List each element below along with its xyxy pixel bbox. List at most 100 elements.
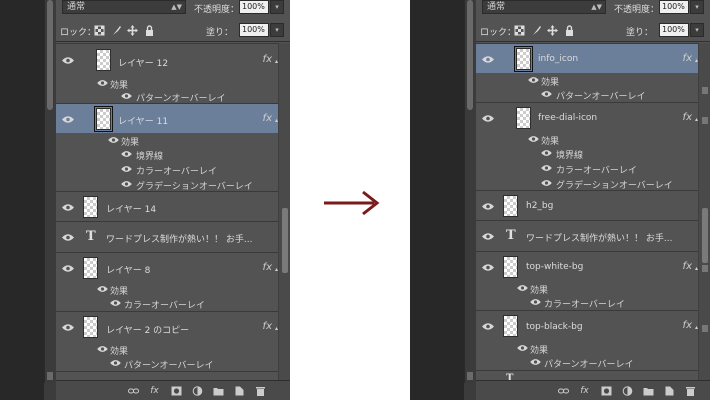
fx-icon[interactable]: fx bbox=[683, 261, 692, 272]
layer-name[interactable]: h2_bg bbox=[526, 201, 553, 211]
effect-label[interactable]: 境界線 bbox=[136, 149, 163, 162]
layer-name[interactable]: レイヤー 14 bbox=[106, 202, 156, 215]
eye-icon[interactable] bbox=[517, 344, 528, 352]
eye-icon[interactable] bbox=[62, 264, 74, 273]
effect-label[interactable]: 境界線 bbox=[556, 148, 583, 161]
fx-icon[interactable]: fx bbox=[263, 262, 272, 273]
eye-icon[interactable] bbox=[528, 135, 539, 143]
eye-icon[interactable] bbox=[482, 263, 494, 272]
layer-row[interactable]: top-white-bg fx ▴ bbox=[476, 251, 698, 281]
lock-all-icon[interactable] bbox=[564, 25, 575, 36]
opacity-input[interactable]: 100% bbox=[659, 0, 689, 14]
layer-name[interactable]: レイヤー 12 bbox=[118, 56, 168, 69]
layer-row[interactable]: レイヤー 8 fx ▴ bbox=[56, 252, 278, 282]
eye-icon[interactable] bbox=[530, 298, 541, 306]
new-group-icon[interactable] bbox=[643, 386, 654, 396]
add-mask-icon[interactable] bbox=[601, 386, 612, 396]
eye-icon[interactable] bbox=[482, 55, 494, 64]
eye-icon[interactable] bbox=[121, 92, 132, 100]
eye-icon[interactable] bbox=[97, 345, 108, 353]
lock-position-icon[interactable] bbox=[127, 25, 138, 36]
layer-row-text[interactable]: T ワードプレス制作が熱い！！ お手... bbox=[56, 221, 278, 252]
eye-icon[interactable] bbox=[62, 56, 74, 65]
layer-row[interactable]: レイヤー 12 fx ▴ bbox=[56, 43, 278, 76]
scroll-arrow-icon[interactable] bbox=[702, 265, 708, 272]
adjustment-layer-icon[interactable] bbox=[192, 386, 203, 396]
fx-icon[interactable]: fx bbox=[683, 320, 692, 331]
lock-image-pixels-icon[interactable] bbox=[531, 25, 542, 36]
lock-all-icon[interactable] bbox=[144, 25, 155, 36]
trash-icon[interactable] bbox=[685, 386, 696, 396]
layer-name[interactable]: info_icon bbox=[538, 54, 578, 64]
canvas-scrollbar[interactable] bbox=[44, 0, 55, 383]
eye-icon[interactable] bbox=[541, 164, 552, 172]
scroll-arrow-icon[interactable] bbox=[702, 117, 708, 124]
effect-label[interactable]: カラーオーバーレイ bbox=[556, 163, 637, 176]
layer-row[interactable]: レイヤー 14 bbox=[56, 191, 278, 221]
trash-icon[interactable] bbox=[255, 386, 266, 396]
eye-icon[interactable] bbox=[541, 179, 552, 187]
layers-scrollbar[interactable] bbox=[698, 43, 710, 380]
scroll-arrow-icon[interactable] bbox=[702, 325, 708, 332]
link-layers-icon[interactable] bbox=[128, 386, 139, 396]
eye-icon[interactable] bbox=[482, 202, 494, 211]
layer-name[interactable]: top-black-bg bbox=[526, 322, 583, 332]
add-mask-icon[interactable] bbox=[171, 386, 182, 396]
add-layer-style-icon[interactable]: fx bbox=[579, 386, 590, 396]
effect-label[interactable]: カラーオーバーレイ bbox=[124, 298, 205, 311]
canvas-scrollbar[interactable] bbox=[464, 0, 475, 383]
fill-dropdown-button[interactable]: ▾ bbox=[270, 23, 284, 37]
layer-row-selected[interactable]: info_icon fx ▴ bbox=[476, 43, 698, 73]
layer-name[interactable]: top-white-bg bbox=[526, 262, 583, 272]
opacity-input[interactable]: 100% bbox=[239, 0, 269, 14]
eye-icon[interactable] bbox=[517, 284, 528, 292]
eye-icon[interactable] bbox=[530, 358, 541, 366]
lock-image-pixels-icon[interactable] bbox=[111, 25, 122, 36]
fx-icon[interactable]: fx bbox=[683, 112, 692, 123]
layer-name[interactable]: ワードプレス制作が熱い！！ お手... bbox=[106, 232, 252, 245]
effect-label[interactable]: パターンオーバーレイ bbox=[544, 357, 633, 370]
eye-icon[interactable] bbox=[528, 76, 539, 84]
layer-row-selected[interactable]: レイヤー 11 fx ▴ bbox=[56, 103, 278, 133]
eye-icon[interactable] bbox=[541, 90, 552, 98]
layer-row[interactable]: top-black-bg fx ▴ bbox=[476, 310, 698, 341]
eye-icon[interactable] bbox=[482, 114, 494, 123]
lock-position-icon[interactable] bbox=[547, 25, 558, 36]
lock-transparent-pixels-icon[interactable] bbox=[94, 25, 105, 36]
layer-name[interactable]: レイヤー 2 のコピー bbox=[106, 323, 189, 336]
eye-icon[interactable] bbox=[62, 203, 74, 212]
eye-icon[interactable] bbox=[110, 359, 121, 367]
eye-icon[interactable] bbox=[482, 322, 494, 331]
fx-icon[interactable]: fx bbox=[683, 53, 692, 64]
eye-icon[interactable] bbox=[121, 150, 132, 158]
fill-dropdown-button[interactable]: ▾ bbox=[690, 23, 704, 37]
new-layer-icon[interactable] bbox=[664, 386, 675, 396]
fx-icon[interactable]: fx bbox=[263, 113, 272, 124]
new-layer-icon[interactable] bbox=[234, 386, 245, 396]
eye-icon[interactable] bbox=[62, 233, 74, 242]
layer-row[interactable]: h2_bg bbox=[476, 190, 698, 220]
eye-icon[interactable] bbox=[97, 79, 108, 87]
eye-icon[interactable] bbox=[541, 149, 552, 157]
fill-input[interactable]: 100% bbox=[659, 23, 689, 37]
fx-icon[interactable]: fx bbox=[263, 54, 272, 65]
eye-icon[interactable] bbox=[110, 299, 121, 307]
eye-icon[interactable] bbox=[97, 285, 108, 293]
layer-row[interactable]: free-dial-icon fx ▴ bbox=[476, 102, 698, 132]
layers-scrollbar[interactable] bbox=[278, 43, 290, 380]
effect-label[interactable]: カラーオーバーレイ bbox=[544, 297, 625, 310]
blend-mode-select[interactable]: 通常 ▲▼ bbox=[62, 0, 186, 14]
eye-icon[interactable] bbox=[108, 136, 119, 144]
effect-label[interactable]: パターンオーバーレイ bbox=[124, 358, 213, 371]
opacity-dropdown-button[interactable]: ▾ bbox=[270, 0, 284, 14]
new-group-icon[interactable] bbox=[213, 386, 224, 396]
eye-icon[interactable] bbox=[62, 115, 74, 124]
fx-icon[interactable]: fx bbox=[263, 321, 272, 332]
scroll-up-arrow-icon[interactable] bbox=[702, 87, 708, 94]
eye-icon[interactable] bbox=[62, 323, 74, 332]
fill-input[interactable]: 100% bbox=[239, 23, 269, 37]
layer-name[interactable]: レイヤー 11 bbox=[118, 114, 168, 127]
eye-icon[interactable] bbox=[121, 165, 132, 173]
link-layers-icon[interactable] bbox=[558, 386, 569, 396]
scrollbar-thumb[interactable] bbox=[702, 208, 708, 263]
